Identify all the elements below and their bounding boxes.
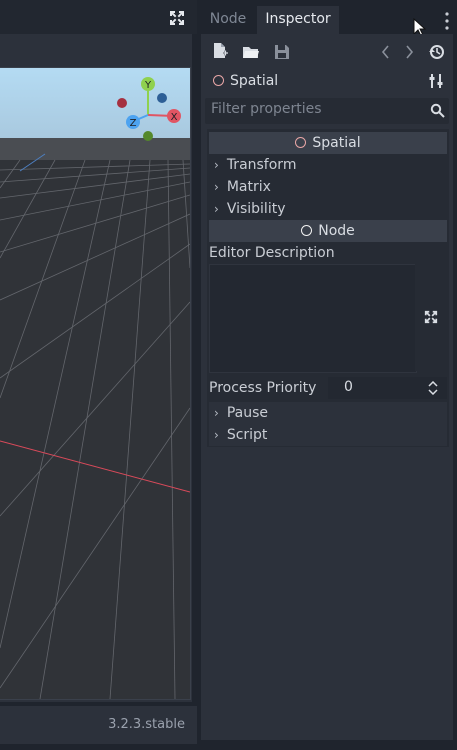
filter-placeholder: Filter properties: [211, 101, 322, 117]
spatial-node-icon: [295, 137, 307, 148]
editor-description-textarea[interactable]: [209, 264, 417, 373]
expand-button[interactable]: [415, 264, 447, 371]
label-text: Process Priority: [209, 380, 317, 396]
category-script[interactable]: › Script: [209, 424, 447, 446]
category-label: Transform: [226, 157, 297, 173]
chevron-right-icon: ›: [214, 180, 219, 194]
chevron-right-icon: ›: [214, 158, 219, 172]
chevron-right-icon: ›: [214, 406, 219, 420]
node-icon: [301, 225, 313, 236]
tab-node[interactable]: Node: [201, 6, 255, 34]
category-visibility[interactable]: › Visibility: [209, 198, 447, 220]
chevron-right-icon: ›: [214, 428, 219, 442]
section-header-spatial[interactable]: Spatial: [209, 132, 447, 154]
category-label: Script: [226, 427, 268, 443]
category-label: Pause: [226, 405, 268, 421]
process-priority-label: Process Priority: [209, 377, 324, 399]
section-header-node[interactable]: Node: [209, 220, 447, 242]
section-title: Node: [318, 223, 355, 239]
object-selector[interactable]: Spatial: [213, 70, 451, 92]
history-forward-icon[interactable]: [400, 43, 418, 61]
category-pause[interactable]: › Pause: [209, 402, 447, 424]
expand-icon: [424, 310, 438, 324]
new-resource-icon[interactable]: [211, 42, 229, 60]
category-matrix[interactable]: › Matrix: [209, 176, 447, 198]
object-name: Spatial: [230, 73, 279, 89]
history-back-icon[interactable]: [377, 43, 395, 61]
search-icon: [430, 103, 445, 118]
svg-text:X: X: [171, 112, 178, 123]
filter-properties-input[interactable]: Filter properties: [205, 98, 449, 124]
category-label: Matrix: [226, 179, 271, 195]
label-text: Editor Description: [209, 245, 335, 261]
viewport-scene: Y X Z: [0, 68, 190, 699]
category-transform[interactable]: › Transform: [209, 154, 447, 176]
spinner-updown-icon[interactable]: [428, 381, 438, 395]
category-label: Visibility: [226, 201, 286, 217]
object-properties-icon[interactable]: [428, 72, 446, 90]
version-label: 3.2.3.stable: [108, 717, 185, 732]
tab-inspector[interactable]: Inspector: [257, 6, 339, 34]
history-list-icon[interactable]: [428, 43, 446, 61]
save-icon[interactable]: [273, 43, 291, 61]
spinbox-value: 0: [344, 379, 353, 395]
3d-viewport[interactable]: Y X Z: [0, 67, 191, 700]
open-folder-icon[interactable]: [242, 43, 260, 61]
viewport-top-bar: [0, 0, 197, 34]
process-priority-spinbox[interactable]: 0: [328, 377, 447, 399]
svg-text:Z: Z: [130, 118, 137, 129]
section-title: Spatial: [312, 135, 361, 151]
maximize-icon[interactable]: [169, 10, 185, 26]
svg-text:Y: Y: [144, 80, 152, 91]
spatial-node-icon: [213, 75, 224, 86]
editor-description-label: Editor Description: [209, 242, 447, 264]
kebab-menu-icon[interactable]: [445, 12, 449, 30]
status-bar: 3.2.3.stable: [0, 706, 197, 744]
chevron-right-icon: ›: [214, 202, 219, 216]
